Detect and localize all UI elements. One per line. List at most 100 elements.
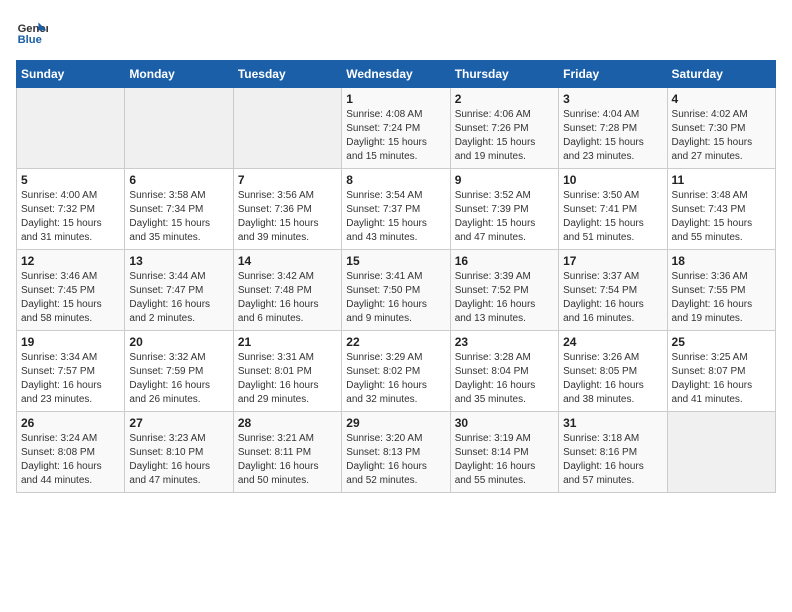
calendar-cell: 13 Sunrise: 3:44 AM Sunset: 7:47 PM Dayli… — [125, 250, 233, 331]
day-number: 21 — [238, 335, 337, 349]
day-info: Sunrise: 3:25 AM Sunset: 8:07 PM Dayligh… — [672, 351, 771, 407]
day-info: Sunrise: 4:02 AM Sunset: 7:30 PM Dayligh… — [672, 108, 771, 164]
svg-text:Blue: Blue — [18, 34, 42, 46]
day-number: 2 — [455, 92, 554, 106]
day-number: 26 — [21, 416, 120, 430]
calendar-cell: 21 Sunrise: 3:31 AM Sunset: 8:01 PM Dayli… — [233, 331, 341, 412]
calendar-cell: 29 Sunrise: 3:20 AM Sunset: 8:13 PM Dayli… — [342, 412, 450, 493]
calendar-table: SundayMondayTuesdayWednesdayThursdayFrid… — [16, 60, 776, 493]
week-row-1: 1 Sunrise: 4:08 AM Sunset: 7:24 PM Daylig… — [17, 88, 776, 169]
day-info: Sunrise: 3:18 AM Sunset: 8:16 PM Dayligh… — [563, 432, 662, 488]
calendar-cell: 12 Sunrise: 3:46 AM Sunset: 7:45 PM Dayli… — [17, 250, 125, 331]
day-number: 6 — [129, 173, 228, 187]
day-number: 5 — [21, 173, 120, 187]
calendar-cell: 9Sunrise: 3:52 AM Sunset: 7:39 PM Daylig… — [450, 169, 558, 250]
day-info: Sunrise: 3:24 AM Sunset: 8:08 PM Dayligh… — [21, 432, 120, 488]
calendar-cell: 8Sunrise: 3:54 AM Sunset: 7:37 PM Daylig… — [342, 169, 450, 250]
header-monday: Monday — [125, 61, 233, 88]
day-info: Sunrise: 3:28 AM Sunset: 8:04 PM Dayligh… — [455, 351, 554, 407]
calendar-cell — [667, 412, 775, 493]
calendar-cell: 26 Sunrise: 3:24 AM Sunset: 8:08 PM Dayli… — [17, 412, 125, 493]
day-info: Sunrise: 3:58 AM Sunset: 7:34 PM Dayligh… — [129, 189, 228, 245]
week-row-5: 26 Sunrise: 3:24 AM Sunset: 8:08 PM Dayli… — [17, 412, 776, 493]
calendar-cell: 22 Sunrise: 3:29 AM Sunset: 8:02 PM Dayli… — [342, 331, 450, 412]
day-number: 9 — [455, 173, 554, 187]
day-number: 4 — [672, 92, 771, 106]
day-info: Sunrise: 3:23 AM Sunset: 8:10 PM Dayligh… — [129, 432, 228, 488]
calendar-cell: 4 Sunrise: 4:02 AM Sunset: 7:30 PM Daylig… — [667, 88, 775, 169]
day-number: 14 — [238, 254, 337, 268]
calendar-cell: 25 Sunrise: 3:25 AM Sunset: 8:07 PM Dayli… — [667, 331, 775, 412]
logo: General Blue — [16, 16, 52, 48]
header-wednesday: Wednesday — [342, 61, 450, 88]
day-number: 7 — [238, 173, 337, 187]
day-info: Sunrise: 3:20 AM Sunset: 8:13 PM Dayligh… — [346, 432, 445, 488]
day-number: 10 — [563, 173, 662, 187]
day-number: 16 — [455, 254, 554, 268]
calendar-cell — [125, 88, 233, 169]
day-info: Sunrise: 3:32 AM Sunset: 7:59 PM Dayligh… — [129, 351, 228, 407]
day-number: 1 — [346, 92, 445, 106]
day-number: 25 — [672, 335, 771, 349]
day-number: 12 — [21, 254, 120, 268]
day-number: 8 — [346, 173, 445, 187]
day-info: Sunrise: 3:21 AM Sunset: 8:11 PM Dayligh… — [238, 432, 337, 488]
day-info: Sunrise: 3:29 AM Sunset: 8:02 PM Dayligh… — [346, 351, 445, 407]
day-info: Sunrise: 3:31 AM Sunset: 8:01 PM Dayligh… — [238, 351, 337, 407]
day-number: 18 — [672, 254, 771, 268]
calendar-cell: 14Sunrise: 3:42 AM Sunset: 7:48 PM Dayli… — [233, 250, 341, 331]
week-row-2: 5 Sunrise: 4:00 AM Sunset: 7:32 PM Daylig… — [17, 169, 776, 250]
day-info: Sunrise: 3:44 AM Sunset: 7:47 PM Dayligh… — [129, 270, 228, 326]
calendar-cell: 10 Sunrise: 3:50 AM Sunset: 7:41 PM Dayli… — [559, 169, 667, 250]
page-header: General Blue — [16, 16, 776, 48]
calendar-cell: 1 Sunrise: 4:08 AM Sunset: 7:24 PM Daylig… — [342, 88, 450, 169]
day-number: 11 — [672, 173, 771, 187]
week-row-3: 12 Sunrise: 3:46 AM Sunset: 7:45 PM Dayli… — [17, 250, 776, 331]
day-number: 17 — [563, 254, 662, 268]
calendar-cell: 6 Sunrise: 3:58 AM Sunset: 7:34 PM Daylig… — [125, 169, 233, 250]
day-number: 28 — [238, 416, 337, 430]
header-thursday: Thursday — [450, 61, 558, 88]
day-info: Sunrise: 3:46 AM Sunset: 7:45 PM Dayligh… — [21, 270, 120, 326]
calendar-cell: 5 Sunrise: 4:00 AM Sunset: 7:32 PM Daylig… — [17, 169, 125, 250]
day-number: 30 — [455, 416, 554, 430]
day-number: 13 — [129, 254, 228, 268]
day-number: 31 — [563, 416, 662, 430]
calendar-cell: 18 Sunrise: 3:36 AM Sunset: 7:55 PM Dayli… — [667, 250, 775, 331]
day-info: Sunrise: 3:39 AM Sunset: 7:52 PM Dayligh… — [455, 270, 554, 326]
calendar-cell: 16 Sunrise: 3:39 AM Sunset: 7:52 PM Dayli… — [450, 250, 558, 331]
day-number: 22 — [346, 335, 445, 349]
day-info: Sunrise: 3:26 AM Sunset: 8:05 PM Dayligh… — [563, 351, 662, 407]
day-info: Sunrise: 3:36 AM Sunset: 7:55 PM Dayligh… — [672, 270, 771, 326]
calendar-cell: 3Sunrise: 4:04 AM Sunset: 7:28 PM Daylig… — [559, 88, 667, 169]
calendar-cell: 19 Sunrise: 3:34 AM Sunset: 7:57 PM Dayli… — [17, 331, 125, 412]
day-info: Sunrise: 4:08 AM Sunset: 7:24 PM Dayligh… — [346, 108, 445, 164]
day-info: Sunrise: 4:06 AM Sunset: 7:26 PM Dayligh… — [455, 108, 554, 164]
calendar-cell — [17, 88, 125, 169]
day-number: 23 — [455, 335, 554, 349]
calendar-cell: 24 Sunrise: 3:26 AM Sunset: 8:05 PM Dayli… — [559, 331, 667, 412]
day-number: 24 — [563, 335, 662, 349]
day-info: Sunrise: 3:37 AM Sunset: 7:54 PM Dayligh… — [563, 270, 662, 326]
day-info: Sunrise: 3:34 AM Sunset: 7:57 PM Dayligh… — [21, 351, 120, 407]
day-info: Sunrise: 3:19 AM Sunset: 8:14 PM Dayligh… — [455, 432, 554, 488]
header-saturday: Saturday — [667, 61, 775, 88]
calendar-cell: 11 Sunrise: 3:48 AM Sunset: 7:43 PM Dayli… — [667, 169, 775, 250]
header-sunday: Sunday — [17, 61, 125, 88]
day-info: Sunrise: 3:48 AM Sunset: 7:43 PM Dayligh… — [672, 189, 771, 245]
day-number: 19 — [21, 335, 120, 349]
calendar-cell: 27Sunrise: 3:23 AM Sunset: 8:10 PM Dayli… — [125, 412, 233, 493]
day-info: Sunrise: 3:41 AM Sunset: 7:50 PM Dayligh… — [346, 270, 445, 326]
calendar-cell: 15 Sunrise: 3:41 AM Sunset: 7:50 PM Dayli… — [342, 250, 450, 331]
calendar-cell: 2 Sunrise: 4:06 AM Sunset: 7:26 PM Daylig… — [450, 88, 558, 169]
day-number: 15 — [346, 254, 445, 268]
week-row-4: 19 Sunrise: 3:34 AM Sunset: 7:57 PM Dayli… — [17, 331, 776, 412]
day-info: Sunrise: 4:00 AM Sunset: 7:32 PM Dayligh… — [21, 189, 120, 245]
logo-icon: General Blue — [16, 16, 48, 48]
day-number: 20 — [129, 335, 228, 349]
calendar-cell: 31 Sunrise: 3:18 AM Sunset: 8:16 PM Dayli… — [559, 412, 667, 493]
day-info: Sunrise: 3:50 AM Sunset: 7:41 PM Dayligh… — [563, 189, 662, 245]
day-number: 29 — [346, 416, 445, 430]
calendar-cell: 20 Sunrise: 3:32 AM Sunset: 7:59 PM Dayli… — [125, 331, 233, 412]
day-info: Sunrise: 3:56 AM Sunset: 7:36 PM Dayligh… — [238, 189, 337, 245]
